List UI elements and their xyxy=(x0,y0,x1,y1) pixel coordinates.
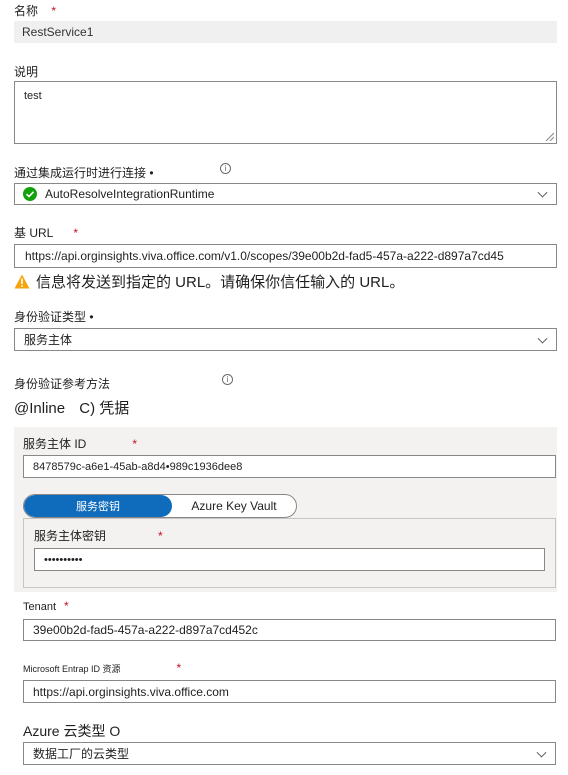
radio-credential[interactable]: C) 凭据 xyxy=(79,400,129,417)
description-label: 说明 xyxy=(14,65,39,79)
auth-type-label: 身份验证类型 • xyxy=(14,310,94,324)
chevron-down-icon xyxy=(537,187,548,198)
azure-cloud-value: 数据工厂的云类型 xyxy=(33,747,130,761)
toggle-key-vault[interactable]: Azure Key Vault xyxy=(172,495,296,517)
name-label: 名称 * xyxy=(14,4,57,18)
entra-resource-input[interactable]: https://api.orginsights.viva.office.com xyxy=(23,680,556,703)
azure-cloud-dropdown[interactable]: 数据工厂的云类型 xyxy=(23,742,556,765)
required-marker: * xyxy=(51,4,57,18)
auth-ref-label: 身份验证参考方法 xyxy=(14,377,111,391)
tenant-input[interactable]: 39e00b2d-fad5-457a-a222-d897a7cd452c xyxy=(23,619,556,641)
warning-text: 信息将发送到指定的 URL。请确保你信任输入的 URL。 xyxy=(36,274,405,291)
tenant-label: Tenant * xyxy=(23,599,69,613)
url-warning: 信息将发送到指定的 URL。请确保你信任输入的 URL。 xyxy=(14,271,404,292)
required-marker: * xyxy=(64,599,69,613)
entra-resource-label: Microsoft Entrap ID 资源 * xyxy=(23,661,182,675)
auth-ref-options: @Inline C) 凭据 xyxy=(14,397,129,418)
integration-runtime-dropdown[interactable]: AutoResolveIntegrationRuntime xyxy=(14,183,557,205)
auth-type-value: 服务主体 xyxy=(24,333,73,347)
check-circle-icon xyxy=(23,187,37,201)
sp-key-label: 服务主体密钥 * xyxy=(34,529,163,543)
description-textarea[interactable]: test xyxy=(14,81,557,144)
chevron-down-icon xyxy=(537,333,548,344)
chevron-down-icon xyxy=(536,747,547,758)
info-icon[interactable]: i xyxy=(220,163,231,174)
azure-cloud-label: Azure 云类型 O xyxy=(23,723,121,739)
required-marker: * xyxy=(176,661,182,675)
required-marker: * xyxy=(73,226,79,240)
info-icon[interactable]: i xyxy=(222,374,233,385)
required-marker: * xyxy=(132,437,138,451)
sp-id-label: 服务主体 ID * xyxy=(23,437,138,451)
sp-key-input[interactable]: •••••••••• xyxy=(34,548,545,571)
name-input[interactable]: RestService1 xyxy=(14,21,557,43)
integration-runtime-value: AutoResolveIntegrationRuntime xyxy=(45,187,215,201)
base-url-label: 基 URL * xyxy=(14,226,79,240)
description-value: test xyxy=(24,90,42,102)
warning-icon xyxy=(14,274,30,289)
toggle-service-key[interactable]: 服务密钥 xyxy=(24,495,172,517)
required-marker: * xyxy=(158,529,163,543)
auth-type-dropdown[interactable]: 服务主体 xyxy=(14,328,557,351)
sp-id-input[interactable]: 8478579c-a6e1-45ab-a8d4•989c1936dee8 xyxy=(23,455,556,478)
base-url-input[interactable]: https://api.orginsights.viva.office.com/… xyxy=(14,244,557,268)
connect-via-label: 通过集成运行时进行连接 • xyxy=(14,166,154,180)
radio-inline[interactable]: @Inline xyxy=(14,400,65,417)
secret-source-toggle[interactable]: 服务密钥 Azure Key Vault xyxy=(23,494,297,518)
resize-handle-icon[interactable] xyxy=(546,133,554,141)
